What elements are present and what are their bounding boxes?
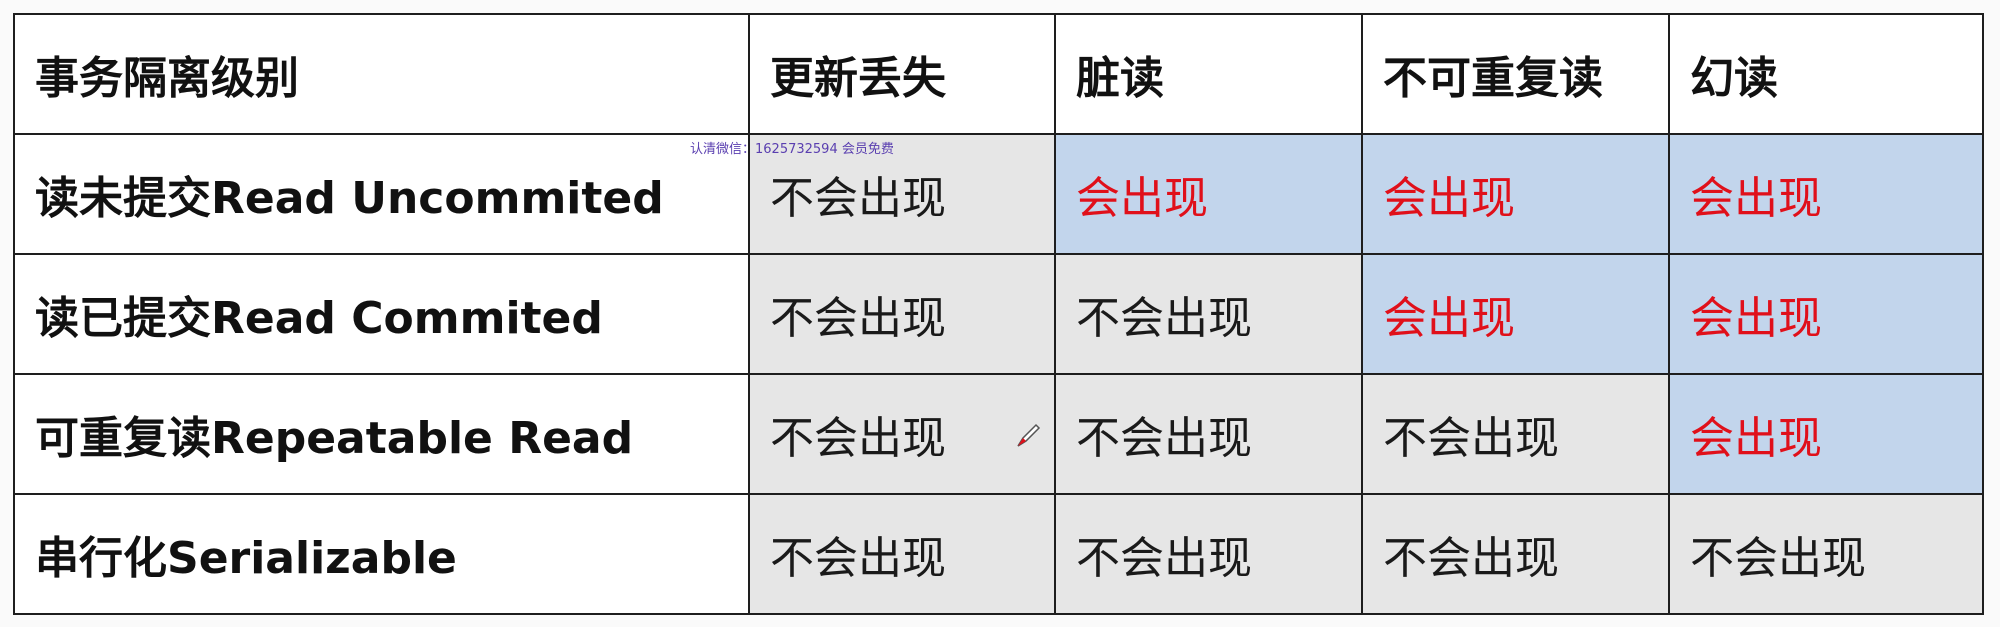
table-row: 读未提交Read Uncommited 不会出现 会出现 会出现 会出现 bbox=[13, 133, 1984, 255]
cell-dirty-read: 不会出现 bbox=[1054, 373, 1363, 495]
table-row: 可重复读Repeatable Read 不会出现 不会出现 不会出现 会出现 bbox=[13, 373, 1984, 495]
pen-icon bbox=[1017, 423, 1041, 447]
table-header-row: 事务隔离级别 更新丢失 脏读 不可重复读 幻读 bbox=[13, 13, 1984, 135]
header-non-repeatable-read: 不可重复读 bbox=[1361, 13, 1670, 135]
cell-non-repeatable-read: 会出现 bbox=[1361, 253, 1670, 375]
row-label-read-uncommitted: 读未提交Read Uncommited bbox=[13, 133, 750, 255]
cell-dirty-read: 不会出现 bbox=[1054, 493, 1363, 615]
cell-dirty-read: 会出现 bbox=[1054, 133, 1363, 255]
cell-lost-update: 不会出现 bbox=[748, 253, 1056, 375]
header-isolation-level: 事务隔离级别 bbox=[13, 13, 750, 135]
cell-phantom-read: 会出现 bbox=[1668, 373, 1984, 495]
header-phantom-read: 幻读 bbox=[1668, 13, 1984, 135]
row-label-serializable: 串行化Serializable bbox=[13, 493, 750, 615]
cell-dirty-read: 不会出现 bbox=[1054, 253, 1363, 375]
cell-phantom-read: 不会出现 bbox=[1668, 493, 1984, 615]
header-dirty-read: 脏读 bbox=[1054, 13, 1363, 135]
table-row: 串行化Serializable 不会出现 不会出现 不会出现 不会出现 bbox=[13, 493, 1984, 615]
cell-lost-update: 不会出现 bbox=[748, 373, 1056, 495]
header-lost-update: 更新丢失 bbox=[748, 13, 1056, 135]
cell-non-repeatable-read: 会出现 bbox=[1361, 133, 1670, 255]
slide-frame: 事务隔离级别 更新丢失 脏读 不可重复读 幻读 读未提交Read Uncommi… bbox=[0, 0, 2000, 627]
cell-lost-update: 不会出现 bbox=[748, 493, 1056, 615]
cell-phantom-read: 会出现 bbox=[1668, 133, 1984, 255]
row-label-read-committed: 读已提交Read Commited bbox=[13, 253, 750, 375]
cell-phantom-read: 会出现 bbox=[1668, 253, 1984, 375]
row-label-repeatable-read: 可重复读Repeatable Read bbox=[13, 373, 750, 495]
table-row: 读已提交Read Commited 不会出现 不会出现 会出现 会出现 bbox=[13, 253, 1984, 375]
watermark-text: 认清微信：1625732594 会员免费 bbox=[690, 142, 894, 157]
cell-non-repeatable-read: 不会出现 bbox=[1361, 493, 1670, 615]
cell-non-repeatable-read: 不会出现 bbox=[1361, 373, 1670, 495]
isolation-level-table: 事务隔离级别 更新丢失 脏读 不可重复读 幻读 读未提交Read Uncommi… bbox=[13, 13, 1984, 615]
